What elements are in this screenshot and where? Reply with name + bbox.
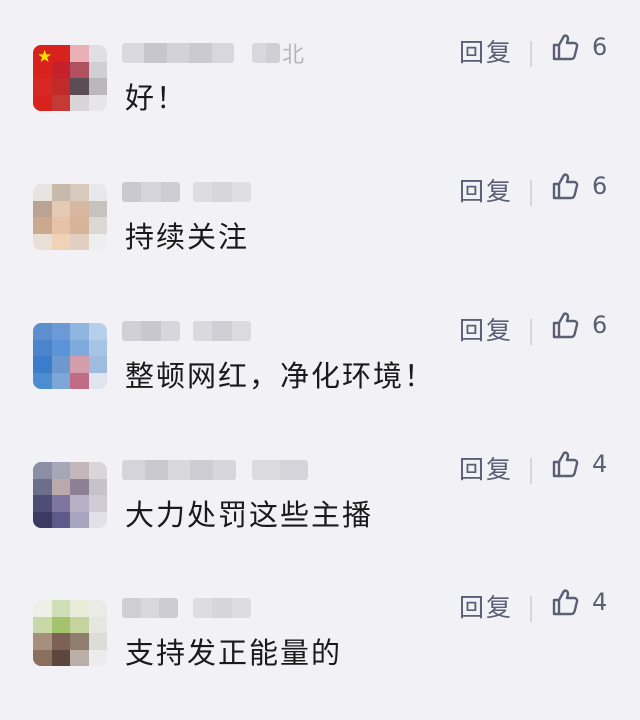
thumbs-up-icon (550, 449, 580, 479)
flag-star-icon: ★ (37, 47, 53, 67)
comment-item: 大力处罚这些主播 回复 4 (0, 450, 640, 582)
comment-item: 持续关注 回复 6 (0, 172, 640, 304)
like-button[interactable]: 6 (550, 32, 607, 62)
thumbs-up-icon (550, 32, 580, 62)
reply-button[interactable]: 回复 (459, 33, 513, 69)
like-button[interactable]: 6 (550, 310, 607, 340)
avatar[interactable] (33, 462, 107, 528)
avatar[interactable]: ★ (33, 45, 107, 111)
like-count: 6 (592, 311, 608, 339)
username-blurred (193, 321, 251, 341)
like-count: 4 (592, 450, 608, 478)
username-blurred (122, 321, 180, 341)
like-button[interactable]: 4 (550, 587, 607, 617)
like-count: 6 (592, 172, 608, 200)
reply-button[interactable]: 回复 (459, 311, 513, 347)
thumbs-up-icon (550, 587, 580, 617)
username-blurred (122, 182, 180, 202)
action-divider (530, 596, 532, 622)
comment-text: 整顿网红，净化环境！ (125, 359, 436, 393)
username-blurred (252, 460, 308, 480)
action-divider (530, 180, 532, 206)
comment-text: 大力处罚这些主播 (125, 498, 374, 532)
comment-item: ★ 北好！ 回复 6 (0, 33, 640, 165)
action-divider (530, 319, 532, 345)
reply-button[interactable]: 回复 (459, 588, 513, 624)
thumbs-up-icon (550, 171, 580, 201)
username-blurred (122, 43, 234, 63)
username-blurred (122, 598, 178, 618)
username-blurred (122, 460, 236, 480)
avatar[interactable] (33, 184, 107, 250)
avatar[interactable] (33, 600, 107, 666)
comment-item: 整顿网红，净化环境！ 回复 6 (0, 311, 640, 443)
username-blurred (193, 182, 251, 202)
comment-text: 好！ (125, 81, 188, 115)
comment-list-screen: { "colors": { "background": "#f2f2f6", "… (0, 0, 640, 691)
like-count: 4 (592, 588, 608, 616)
comment-text: 支持发正能量的 (125, 636, 343, 670)
like-count: 6 (592, 33, 608, 61)
username-blurred (193, 598, 251, 618)
comment-item: 支持发正能量的 回复 4 (0, 588, 640, 720)
reply-button[interactable]: 回复 (459, 450, 513, 486)
username-blurred (252, 43, 280, 63)
like-button[interactable]: 4 (550, 449, 607, 479)
comment-text: 持续关注 (125, 220, 250, 254)
username-suffix: 北 (282, 43, 305, 68)
avatar[interactable] (33, 323, 107, 389)
reply-button[interactable]: 回复 (459, 172, 513, 208)
action-divider (530, 41, 532, 67)
action-divider (530, 458, 532, 484)
like-button[interactable]: 6 (550, 171, 607, 201)
thumbs-up-icon (550, 310, 580, 340)
